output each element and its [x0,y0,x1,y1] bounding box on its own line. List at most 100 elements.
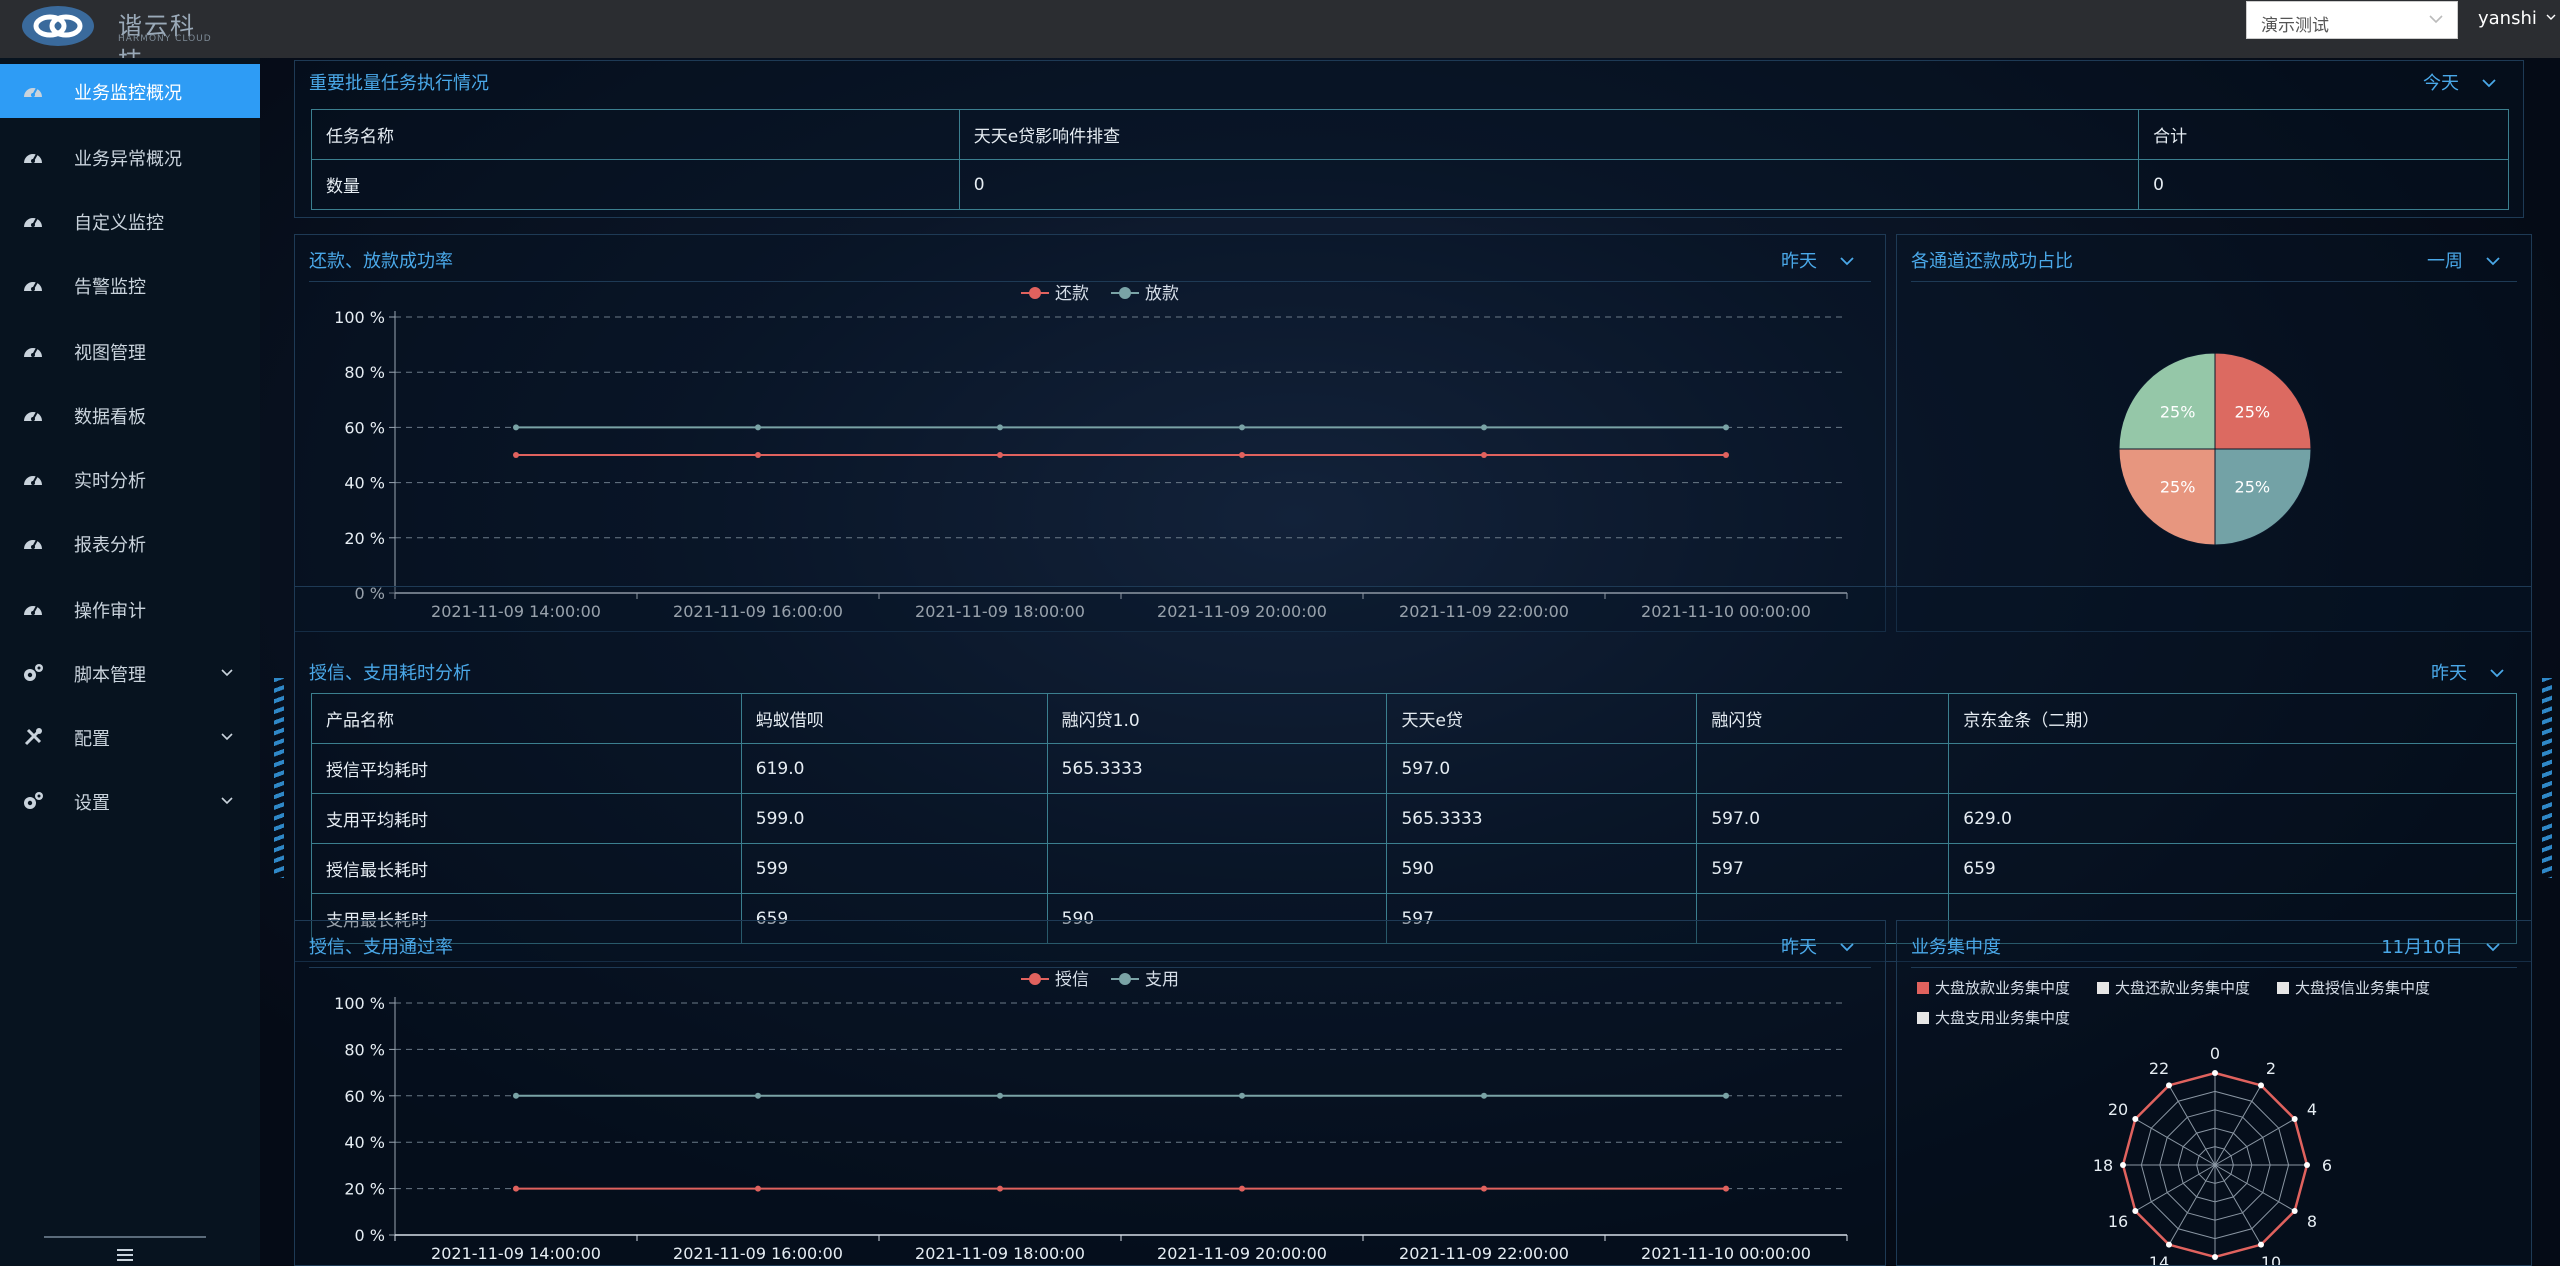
date-filter[interactable]: 昨天 [1781,933,1855,959]
decorative-stripe [274,678,284,878]
data-point [1481,1092,1487,1099]
y-tick-label: 80 % [344,363,385,382]
repay-success-panel: 还款、放款成功率 昨天 还款 放款 0 % 20 % 40 % 60 % 80 % 100 %… [294,234,1886,632]
brand-subtitle: HARMONY CLOUD [118,34,212,44]
data-point [997,424,1003,431]
chevron-down-icon [2486,257,2500,266]
radar-point [2132,1116,2139,1122]
date-filter-value: 11月10日 [2381,937,2463,958]
table-cell [1046,843,1388,894]
legend-item[interactable]: 大盘放款业务集中度 [1917,977,2070,998]
gauge-icon [24,347,42,357]
sidebar-item[interactable]: 配置 [0,710,260,764]
user-menu[interactable]: yanshi [2478,8,2557,29]
sidebar-item[interactable]: 脚本管理 [0,646,260,700]
table-cell: 授信最长耗时 [311,843,742,894]
radar-point [2166,1241,2172,1248]
data-point [755,424,761,431]
menu-toggle-icon[interactable] [116,1248,134,1262]
data-point [1481,1185,1487,1192]
sidebar-item[interactable]: 报表分析 [0,516,260,570]
legend-marker [1119,287,1131,299]
table-row: 产品名称 蚂蚁借呗 融闪贷1.0 天天e贷 融闪贷 京东金条（二期） [311,693,2517,744]
gears-icon [24,664,43,681]
table-cell: 蚂蚁借呗 [740,693,1048,744]
sidebar-item[interactable]: 自定义监控 [0,194,260,248]
environment-select-value: 演示测试 [2261,16,2329,36]
radar-point [2166,1082,2172,1089]
table-cell: 565.3333 [1046,743,1388,794]
panel-title: 重要批量任务执行情况 [309,73,489,94]
batch-tasks-panel: 重要批量任务执行情况 今天 任务名称 天天e贷影响件排查 合计 数量 0 0 [294,60,2524,218]
gauge-icon [24,539,42,549]
credit-timing-table: 产品名称 蚂蚁借呗 融闪贷1.0 天天e贷 融闪贷 京东金条（二期） 授信平均耗时 619.0… [311,693,2517,944]
divider [1911,281,2517,282]
legend-marker [1029,287,1041,299]
sidebar: 业务监控概况业务异常概况 自定义监控告警监控视图管理数据看板实时分析报表分析操作审… [0,58,260,1266]
table-row: 授信最长耗时 599 590 597 659 [311,843,2517,894]
channel-repay-panel: 各通道还款成功占比 一周 25% 25% 25% 25% [1896,234,2532,632]
sidebar-item[interactable]: 业务异常概况 [0,130,260,184]
divider [309,967,1871,968]
sidebar-item-label: 业务异常概况 [74,149,182,170]
gauge-icon [24,605,42,615]
sidebar-item[interactable]: 视图管理 [0,324,260,378]
gauge-icon [24,87,42,97]
table-cell: 数量 [311,159,960,210]
table-cell: 京东金条（二期） [1948,693,2517,744]
pie-slice [2214,448,2312,546]
table-cell: 597.0 [1696,793,1950,844]
sidebar-item[interactable]: 实时分析 [0,452,260,506]
slice-label: 25% [2160,403,2196,422]
sidebar-item[interactable]: 操作审计 [0,582,260,636]
date-filter[interactable]: 今天 [2423,69,2497,95]
table-cell: 619.0 [740,743,1048,794]
radar-point [2132,1208,2139,1214]
date-filter[interactable]: 昨天 [1781,247,1855,273]
x-tick-label: 2021-11-09 14:00:00 [431,1244,601,1263]
radar-point [2212,1070,2218,1076]
sidebar-item[interactable]: 数据看板 [0,388,260,442]
pie-slice [2118,352,2216,450]
gauge-icon [24,217,42,227]
sidebar-item[interactable]: 业务监控概况 [0,64,260,118]
table-cell: 任务名称 [311,109,960,160]
date-filter[interactable]: 昨天 [2431,659,2505,685]
environment-select[interactable]: 演示测试 [2246,1,2458,39]
date-filter[interactable]: 一周 [2427,247,2501,273]
table-row: 授信平均耗时 619.0 565.3333 597.0 [311,743,2517,794]
x-tick-label: 2021-11-09 18:00:00 [915,1244,1085,1263]
date-filter-value: 一周 [2427,251,2463,272]
x-tick-label: 2021-11-10 00:00:00 [1641,1244,1811,1263]
slice-label: 25% [2160,477,2196,496]
chevron-down-icon [1840,257,1854,266]
batch-tasks-table: 任务名称 天天e贷影响件排查 合计 数量 0 0 [311,109,2509,210]
table-cell [1696,743,1950,794]
radar-axis-label: 18 [2093,1156,2113,1175]
gauge-icon [24,411,42,421]
legend-item[interactable]: 大盘授信业务集中度 [2277,977,2430,998]
date-filter[interactable]: 11月10日 [2381,933,2501,959]
sidebar-item[interactable]: 设置 [0,774,260,828]
legend-item[interactable]: 大盘还款业务集中度 [2097,977,2250,998]
concentration-panel: 业务集中度 11月10日 大盘放款业务集中度 大盘还款业务集中度 大盘授信业务集中度… [1896,920,2532,1266]
y-tick-label: 0 % [355,1226,385,1245]
sidebar-item-label: 自定义监控 [74,213,164,234]
chevron-down-icon [221,797,233,805]
y-tick-label: 80 % [344,1040,385,1059]
table-row: 任务名称 天天e贷影响件排查 合计 [311,109,2509,160]
sidebar-item[interactable]: 告警监控 [0,258,260,312]
gauge-icon [24,281,42,291]
radar-axis-label: 22 [2149,1059,2169,1078]
username: yanshi [2478,8,2537,29]
gauge-icon [24,153,42,163]
data-point [1723,424,1729,431]
x-tick-label: 2021-11-09 16:00:00 [673,1244,843,1263]
table-cell: 565.3333 [1386,793,1698,844]
pass-rate-panel: 授信、支用通过率 昨天 授信 支用 0 % 20 % 40 % 60 % 80 % 100 %… [294,920,1886,1266]
decorative-stripe [2542,678,2552,878]
radar-point [2291,1208,2298,1214]
table-cell [1046,793,1388,844]
sidebar-item-label: 配置 [74,729,110,750]
y-tick-label: 40 % [344,474,385,493]
